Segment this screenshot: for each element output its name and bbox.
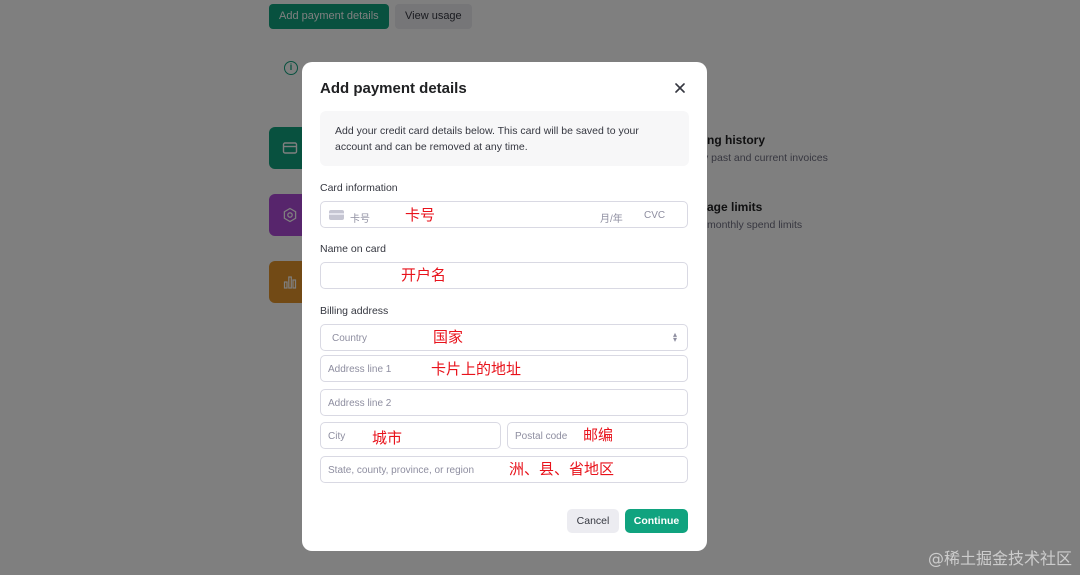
expiry-field[interactable]: 月/年 (600, 210, 623, 225)
name-on-card-annotation: 开户名 (401, 266, 447, 284)
chevron-updown-icon: ▴ ▾ (672, 330, 677, 344)
card-brand-icon (329, 210, 344, 220)
cvc-field[interactable]: CVC (644, 210, 665, 221)
name-on-card-label: Name on card (320, 243, 386, 255)
postal-code-annotation: 邮编 (583, 426, 614, 444)
city-placeholder: City (328, 431, 346, 442)
postal-code-placeholder: Postal code (515, 431, 568, 442)
card-number-annotation: 卡号 (405, 206, 436, 224)
close-icon (675, 83, 685, 93)
country-select[interactable]: Country ▴ ▾ (320, 324, 688, 351)
address-line-2-placeholder: Address line 2 (328, 398, 392, 409)
cancel-button[interactable]: Cancel (567, 509, 619, 533)
address-line-2-field[interactable]: Address line 2 (320, 389, 688, 416)
modal-title: Add payment details (320, 80, 467, 97)
city-field[interactable]: City (320, 422, 501, 449)
state-annotation: 洲、县、省地区 (509, 460, 615, 478)
notice-box: Add your credit card details below. This… (320, 111, 689, 166)
address-line-1-placeholder: Address line 1 (328, 364, 392, 375)
watermark: @稀土掘金技术社区 (927, 549, 1072, 568)
address-line-1-annotation: 卡片上的地址 (431, 360, 522, 378)
continue-button[interactable]: Continue (625, 509, 688, 533)
close-button[interactable] (671, 79, 689, 97)
state-field[interactable]: State, county, province, or region (320, 456, 688, 483)
card-information-label: Card information (320, 182, 398, 194)
billing-address-label: Billing address (320, 305, 389, 317)
country-annotation: 国家 (433, 328, 464, 346)
card-number-placeholder: 卡号 (350, 214, 370, 225)
state-placeholder: State, county, province, or region (328, 465, 475, 476)
name-on-card-field[interactable] (320, 262, 688, 289)
city-annotation: 城市 (372, 429, 403, 447)
country-placeholder: Country (332, 333, 368, 344)
add-payment-modal: Add payment details Add your credit card… (302, 62, 707, 551)
card-number-field[interactable]: 卡号 月/年 CVC (320, 201, 688, 228)
